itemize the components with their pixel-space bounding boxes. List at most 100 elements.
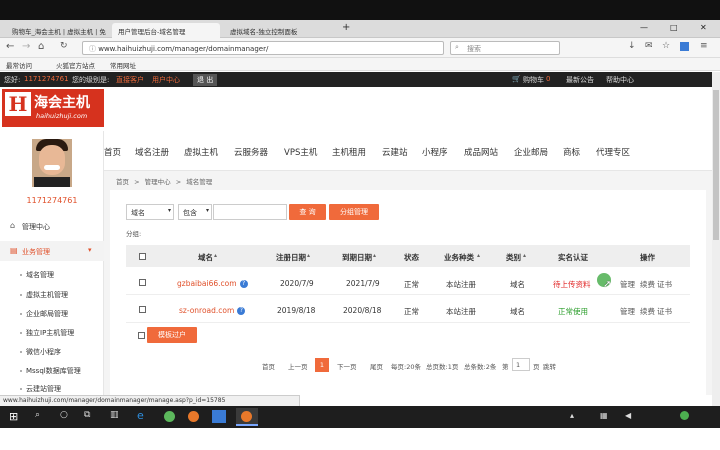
nav-trademark[interactable]: 商标 (563, 146, 580, 158)
batch-checkbox[interactable] (138, 332, 145, 339)
sort-icon[interactable]: ▴ (373, 252, 376, 259)
sidebar-item-mail[interactable]: 企业邮局管理 (26, 309, 68, 319)
nav-vps[interactable]: VPS主机 (284, 146, 317, 158)
download-icon[interactable]: ↓ (628, 41, 636, 51)
browser-search-input[interactable]: ⌕ 搜索 (450, 41, 560, 55)
category-button[interactable]: 分组管理 (329, 204, 379, 220)
jump-button[interactable]: 跳转 (543, 361, 556, 371)
certificate-link[interactable]: 证书 (657, 279, 672, 290)
browser-tab-active[interactable]: 用户管理后台-域名管理 (112, 23, 220, 38)
sidebar-item-ip-host[interactable]: 独立IP主机管理 (26, 328, 74, 338)
row-checkbox[interactable] (139, 279, 146, 286)
nav-domain-register[interactable]: 域名注册 (135, 146, 169, 158)
search-input[interactable] (213, 204, 287, 220)
tray-icon[interactable]: ▴ (570, 411, 574, 420)
help-icon[interactable]: ? (237, 307, 246, 315)
domain-link[interactable]: gzbaibai66.com? (177, 279, 248, 288)
row-checkbox[interactable] (139, 306, 146, 313)
manage-link[interactable]: 管理 (620, 279, 635, 290)
pocket-icon[interactable] (680, 42, 689, 51)
bookmark-icon[interactable]: ☆ (662, 41, 670, 51)
edge-icon[interactable]: e (137, 409, 144, 422)
windows-start-icon[interactable]: ⊞ (9, 410, 18, 423)
nav-cloud-server[interactable]: 云服务器 (234, 146, 268, 158)
sidebar-item-domain[interactable]: 域名管理 (26, 270, 54, 280)
maximize-icon[interactable]: □ (670, 23, 678, 32)
sort-icon[interactable]: ▴ (214, 252, 217, 259)
back-icon[interactable]: ← (6, 41, 14, 52)
network-icon[interactable]: ▦ (600, 411, 608, 420)
renew-link[interactable]: 续费 (640, 279, 655, 290)
goto-page-input[interactable]: 1 (512, 358, 530, 371)
task-view-icon[interactable]: ⧉ (84, 410, 90, 420)
sidebar-item-wechat[interactable]: 微信小程序 (26, 347, 61, 357)
help-center-link[interactable]: 帮助中心 (606, 75, 634, 85)
breadcrumb-center[interactable]: 管理中心 (145, 178, 171, 186)
sidebar-item-mssql[interactable]: Mssql数据库管理 (26, 366, 81, 376)
app-icon[interactable] (164, 411, 175, 422)
bookmark-firefox-site[interactable]: 火狐官方站点 (56, 60, 95, 70)
volume-icon[interactable]: ◀ (625, 411, 631, 420)
match-select[interactable]: 包含 ▾ (178, 204, 212, 220)
sidebar-business-label: 业务管理 (22, 248, 50, 256)
sidebar-business-header[interactable]: ▤ 业务管理 ▾ (0, 241, 104, 261)
sidebar-item-site-builder[interactable]: 云建站管理 (26, 384, 61, 394)
page-prev[interactable]: 上一页 (288, 361, 308, 371)
sidebar-item-virtual-host[interactable]: 虚拟主机管理 (26, 290, 68, 300)
nav-site-builder[interactable]: 云建站 (382, 146, 408, 158)
breadcrumb-home[interactable]: 首页 (116, 178, 129, 186)
app-icon[interactable] (212, 410, 226, 423)
nav-host-rental[interactable]: 主机租用 (332, 146, 366, 158)
scrollbar-thumb[interactable] (713, 90, 719, 240)
sidebar-manage-center[interactable]: 管理中心 (22, 222, 50, 232)
browser-tab[interactable]: 购物车_海会主机 | 虚拟主机 | 免 (6, 23, 110, 38)
nav-ready-sites[interactable]: 成品网站 (464, 146, 498, 158)
close-window-icon[interactable]: ✕ (700, 23, 707, 32)
page-first[interactable]: 首页 (262, 361, 275, 371)
kind-text: 本站注册 (446, 280, 476, 289)
file-explorer-icon[interactable]: ▥ (110, 410, 119, 420)
nav-home[interactable]: 首页 (104, 146, 121, 158)
help-icon[interactable]: ? (239, 280, 248, 288)
cortana-icon[interactable]: ○ (60, 410, 68, 420)
manage-link[interactable]: 管理 (620, 306, 635, 317)
chat-icon[interactable]: ✉ (645, 41, 653, 51)
domain-link[interactable]: sz-onroad.com? (179, 306, 246, 315)
cart-link[interactable]: 购物车 (523, 75, 544, 85)
verify-status[interactable]: 待上传资料 (553, 279, 591, 290)
minimize-icon[interactable]: — (640, 23, 648, 32)
page-current[interactable]: 1 (315, 358, 329, 372)
reload-icon[interactable]: ↻ (60, 41, 68, 51)
nav-mini-program[interactable]: 小程序 (422, 146, 448, 158)
renew-link[interactable]: 续费 (640, 306, 655, 317)
nav-agent-zone[interactable]: 代理专区 (596, 146, 630, 158)
field-select[interactable]: 域名 ▾ (126, 204, 174, 220)
notification-icon[interactable] (680, 411, 689, 420)
bookmark-most-visited[interactable]: 最常访问 (6, 60, 32, 70)
nav-enterprise-mail[interactable]: 企业邮局 (514, 146, 548, 158)
home-icon[interactable]: ⌂ (38, 41, 44, 52)
nav-virtual-host[interactable]: 虚拟主机 (184, 146, 218, 158)
page-next[interactable]: 下一页 (337, 361, 357, 371)
sort-icon[interactable]: ▴ (307, 252, 310, 259)
firefox-icon[interactable] (188, 411, 199, 422)
search-icon[interactable]: ⌕ (35, 410, 40, 420)
user-center-link[interactable]: 用户中心 (152, 75, 180, 85)
certificate-link[interactable]: 证书 (657, 306, 672, 317)
sort-icon[interactable]: ▴ (523, 252, 526, 259)
sort-icon[interactable]: ▴ (477, 252, 480, 259)
breadcrumb: 首页 > 管理中心 > 域名管理 (116, 176, 212, 186)
menu-icon[interactable]: ≡ (700, 41, 708, 51)
forward-icon[interactable]: → (22, 41, 30, 52)
select-all-checkbox[interactable] (139, 253, 146, 260)
search-button[interactable]: 查 询 (289, 204, 326, 220)
browser-tab[interactable]: 虚拟域名-独立控制面板 (224, 23, 334, 38)
template-transfer-button[interactable]: 模板过户 (147, 327, 197, 343)
page-last[interactable]: 尾页 (370, 361, 383, 371)
logout-link[interactable]: 退 出 (193, 74, 218, 86)
new-tab-button[interactable]: + (340, 22, 354, 37)
address-bar[interactable]: ⓘ www.haihuizhuji.com/manager/domainmana… (82, 41, 444, 55)
announcements-link[interactable]: 最新公告 (566, 75, 594, 85)
logo[interactable]: H 海会主机 haihuizhuji.com (2, 89, 104, 127)
bookmark-common[interactable]: 常用网址 (110, 60, 136, 70)
